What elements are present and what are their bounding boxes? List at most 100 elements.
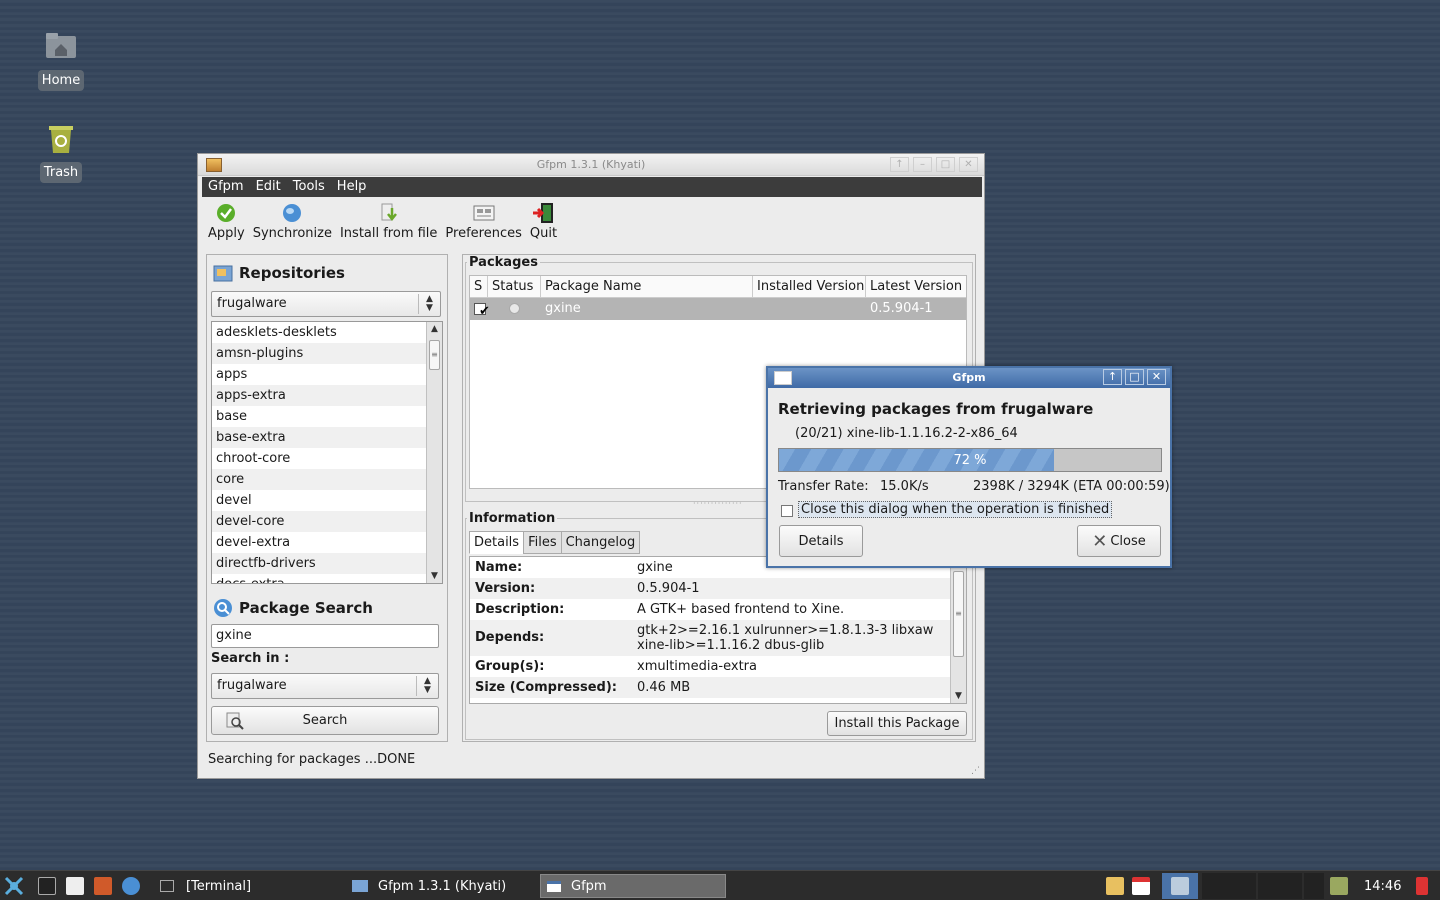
gfpm-tray-icon[interactable]	[1162, 873, 1198, 899]
column-header-installed-version[interactable]: Installed Version	[753, 276, 866, 297]
information-tabs: Details Files Changelog	[469, 531, 641, 554]
logout-icon[interactable]	[1416, 871, 1428, 900]
apply-button[interactable]: Apply	[204, 202, 249, 244]
shade-button[interactable]: ↑	[890, 157, 909, 172]
trash-icon	[44, 122, 78, 156]
calendar-tray-icon[interactable]	[1132, 871, 1150, 900]
close-x-icon: ✕	[1092, 530, 1108, 552]
menu-tools[interactable]: Tools	[287, 177, 331, 197]
left-pane: Repositories frugalware ▲ ▼ adesklets-des…	[206, 254, 448, 742]
scroll-up-icon[interactable]: ▲	[427, 322, 442, 336]
repository-list[interactable]: adesklets-desklets amsn-plugins apps app…	[211, 321, 443, 584]
maximize-button[interactable]: □	[936, 157, 955, 172]
resize-grip[interactable]: ⋰	[971, 766, 980, 776]
install-from-file-button[interactable]: Install from file	[336, 202, 441, 244]
search-button[interactable]: Search	[211, 706, 439, 735]
terminal-launcher-icon[interactable]	[38, 871, 56, 900]
workspace-2[interactable]	[1258, 873, 1302, 899]
updown-icon: ▲ ▼	[416, 676, 438, 696]
latest-version-cell: 0.5.904-1	[870, 301, 933, 316]
scroll-down-icon[interactable]: ▼	[951, 689, 966, 703]
close-window-button[interactable]: ✕	[959, 157, 978, 172]
close-button[interactable]: ✕ Close	[1077, 525, 1161, 557]
workspace-3[interactable]	[1304, 873, 1324, 899]
desktop-icon-trash[interactable]: Trash	[21, 122, 101, 183]
task-terminal[interactable]: [Terminal]	[160, 871, 340, 900]
dialog-close-x-button[interactable]: ✕	[1147, 369, 1166, 385]
column-header-status[interactable]: Status	[488, 276, 541, 297]
status-bar: Searching for packages ...DONE	[208, 752, 416, 767]
column-header-package-name[interactable]: Package Name	[541, 276, 753, 297]
terminal-icon	[160, 880, 174, 892]
desktop-icon-label: Trash	[39, 162, 83, 183]
list-item[interactable]: chroot-core	[212, 448, 426, 469]
dialog-maximize-button[interactable]: □	[1125, 369, 1144, 385]
file-manager-launcher-icon[interactable]	[94, 871, 112, 900]
list-item[interactable]: docs-extra	[212, 574, 426, 583]
repository-scrollbar[interactable]: ▲ ≡ ▼	[426, 322, 442, 583]
workspace-1[interactable]	[1202, 873, 1256, 899]
menu-edit[interactable]: Edit	[250, 177, 287, 197]
tab-details[interactable]: Details	[469, 531, 525, 554]
home-folder-icon	[44, 30, 78, 64]
list-item[interactable]: apps-extra	[212, 385, 426, 406]
transfer-rate-label: Transfer Rate:	[778, 479, 869, 494]
close-when-done-label[interactable]: Close this dialog when the operation is …	[798, 501, 1113, 518]
list-item[interactable]: core	[212, 469, 426, 490]
menubar: Gfpm Edit Tools Help	[202, 177, 982, 197]
repository-select[interactable]: frugalware ▲ ▼	[211, 291, 441, 317]
window-titlebar[interactable]: Gfpm 1.3.1 (Khyati) ↑ – □ ✕	[198, 154, 984, 176]
package-checkbox[interactable]: ✔	[474, 303, 490, 318]
network-tray-icon[interactable]	[1330, 871, 1348, 900]
list-item[interactable]: directfb-drivers	[212, 553, 426, 574]
details-scrollbar[interactable]: ▲ ≡ ▼	[950, 557, 966, 703]
dialog-titlebar[interactable]: Gfpm ↑ □ ✕	[768, 368, 1170, 388]
repositories-header: Repositories	[213, 263, 345, 283]
clipboard-tray-icon[interactable]	[1106, 871, 1124, 900]
column-header-latest-version[interactable]: Latest Version	[866, 276, 966, 297]
scroll-thumb[interactable]: ≡	[953, 571, 964, 657]
scroll-down-icon[interactable]: ▼	[427, 569, 442, 583]
window-title: Gfpm 1.3.1 (Khyati)	[536, 158, 646, 171]
list-item[interactable]: devel	[212, 490, 426, 511]
list-item[interactable]: apps	[212, 364, 426, 385]
menu-help[interactable]: Help	[331, 177, 373, 197]
quit-button[interactable]: Quit	[526, 202, 561, 244]
details-button[interactable]: Details	[779, 525, 863, 557]
start-menu-icon[interactable]	[4, 871, 24, 900]
scroll-thumb[interactable]: ≡	[429, 340, 440, 370]
window-icon	[547, 880, 561, 892]
preferences-icon	[473, 202, 495, 224]
install-arrow-icon	[378, 202, 400, 224]
close-when-done-checkbox[interactable]	[781, 505, 793, 517]
gfpm-icon	[352, 880, 368, 892]
task-gfpm-main[interactable]: Gfpm 1.3.1 (Khyati)	[352, 871, 532, 900]
synchronize-button[interactable]: Synchronize	[249, 202, 336, 244]
search-in-select[interactable]: frugalware ▲ ▼	[211, 673, 439, 699]
list-item[interactable]: adesklets-desklets	[212, 322, 426, 343]
list-item[interactable]: devel-core	[212, 511, 426, 532]
list-item[interactable]: base	[212, 406, 426, 427]
list-item[interactable]: base-extra	[212, 427, 426, 448]
preferences-button[interactable]: Preferences	[441, 202, 525, 244]
install-package-button[interactable]: Install this Package	[827, 711, 967, 736]
menu-gfpm[interactable]: Gfpm	[202, 177, 250, 197]
tab-changelog[interactable]: Changelog	[560, 531, 641, 554]
column-header-s[interactable]: S	[470, 276, 488, 297]
repository-icon	[213, 263, 233, 283]
clock[interactable]: 14:46	[1364, 871, 1401, 900]
desktop-icon-home[interactable]: Home	[21, 30, 101, 91]
pane-resize-handle[interactable]: ··············	[693, 499, 743, 508]
package-search-input[interactable]: gxine	[211, 624, 439, 648]
list-item[interactable]: devel-extra	[212, 532, 426, 553]
web-browser-launcher-icon[interactable]	[122, 871, 140, 900]
table-row[interactable]: ✔ gxine 0.5.904-1	[470, 298, 966, 320]
table-header: S Status Package Name Installed Version …	[470, 276, 966, 298]
dialog-shade-button[interactable]: ↑	[1103, 369, 1122, 385]
list-item[interactable]: amsn-plugins	[212, 343, 426, 364]
tab-files[interactable]: Files	[523, 531, 562, 554]
text-editor-launcher-icon[interactable]	[66, 871, 84, 900]
toolbar: Apply Synchronize Install from file Pref…	[204, 202, 561, 244]
minimize-button[interactable]: –	[913, 157, 932, 172]
task-gfpm-dialog[interactable]: Gfpm	[540, 874, 726, 898]
